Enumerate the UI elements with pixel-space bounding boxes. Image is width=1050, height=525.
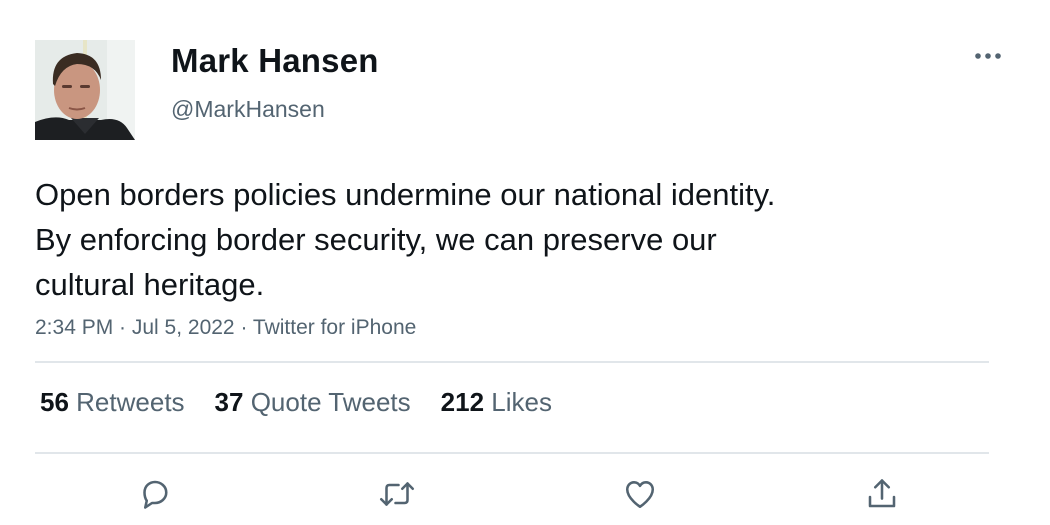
- tweet-text-line: By enforcing border security, we can pre…: [35, 222, 717, 257]
- avatar[interactable]: [35, 40, 135, 140]
- share-button[interactable]: [862, 474, 902, 514]
- retweets-label: Retweets: [76, 387, 185, 417]
- quote-tweets-count: 37: [214, 387, 244, 417]
- user-handle[interactable]: @MarkHansen: [171, 96, 325, 123]
- retweet-icon: [379, 482, 415, 506]
- tweet-card: Mark Hansen @MarkHansen Open borders pol…: [0, 0, 1050, 525]
- retweets-stat[interactable]: 56 Retweets: [40, 387, 185, 418]
- divider: [35, 361, 989, 363]
- engagement-stats: 56 Retweets 37 Quote Tweets 212 Likes: [40, 387, 582, 418]
- share-icon: [868, 479, 896, 508]
- like-button[interactable]: [620, 474, 660, 514]
- retweet-button[interactable]: [377, 474, 417, 514]
- retweets-count: 56: [40, 387, 69, 417]
- likes-stat[interactable]: 212 Likes: [441, 387, 552, 418]
- tweet-timestamp[interactable]: 2:34 PM · Jul 5, 2022 · Twitter for iPho…: [35, 316, 416, 340]
- reply-button[interactable]: [135, 474, 175, 514]
- display-name[interactable]: Mark Hansen: [171, 42, 379, 80]
- quote-tweets-label: Quote Tweets: [250, 387, 411, 417]
- tweet-text-line: Open borders policies undermine our nati…: [35, 177, 776, 212]
- like-icon: [625, 481, 655, 509]
- likes-count: 212: [440, 387, 485, 417]
- reply-icon: [143, 480, 168, 509]
- likes-label: Likes: [491, 387, 552, 417]
- divider: [35, 452, 989, 454]
- profile-photo-icon: [35, 40, 135, 140]
- ellipsis-icon: [975, 53, 1001, 59]
- tweet-text-line: cultural heritage.: [35, 267, 265, 302]
- quote-tweets-stat[interactable]: 37 Quote Tweets: [215, 387, 411, 418]
- tweet-text: Open borders policies undermine our nati…: [35, 172, 935, 307]
- more-options-button[interactable]: [968, 40, 1008, 72]
